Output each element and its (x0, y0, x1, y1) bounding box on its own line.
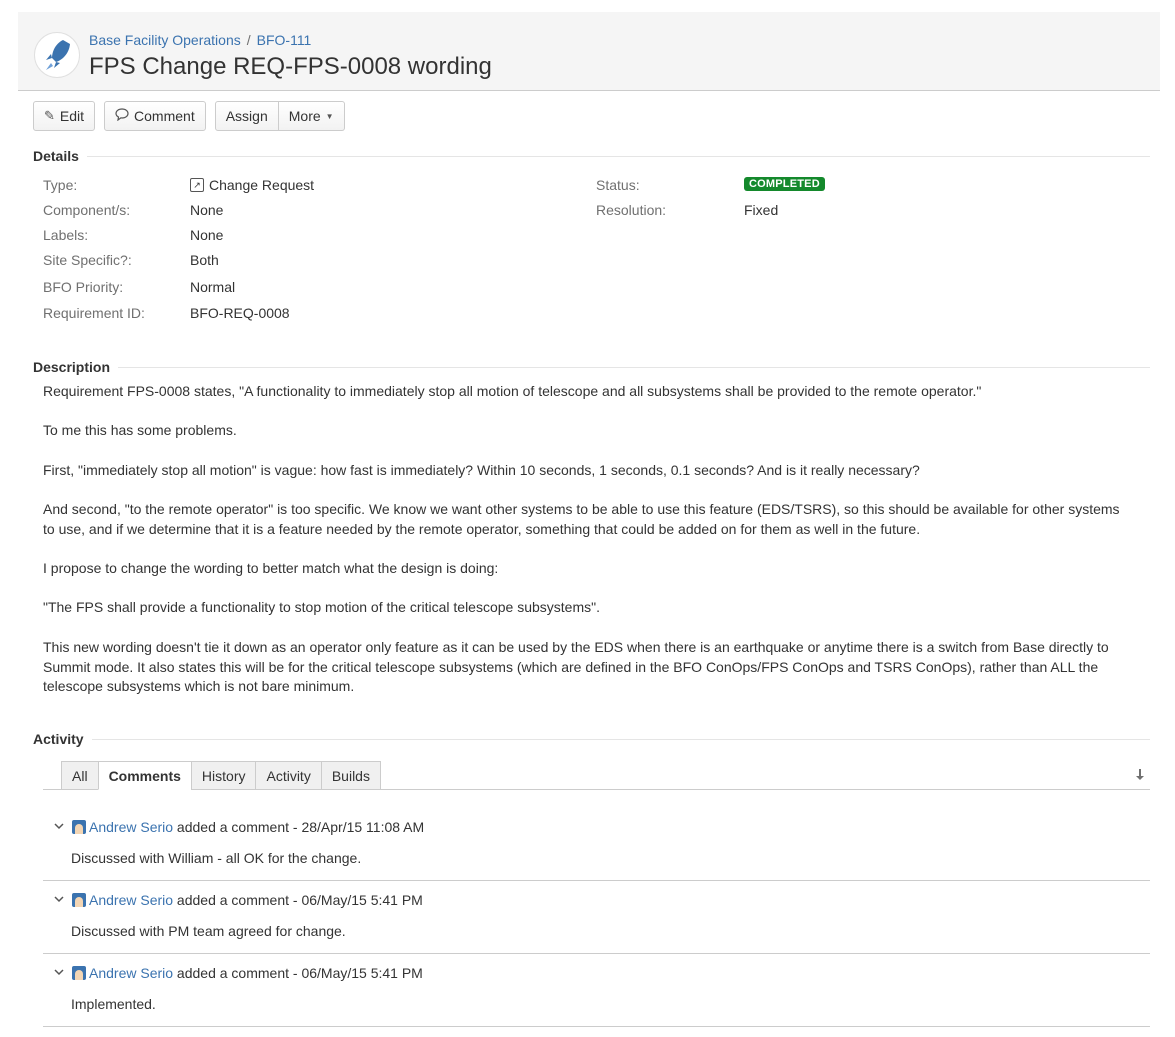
comment-divider (43, 880, 1150, 881)
more-button[interactable]: More ▼ (278, 101, 345, 131)
edit-button-label: Edit (59, 108, 85, 124)
caret-down-icon: ▼ (325, 111, 334, 121)
requirement-id-label: Requirement ID: (43, 305, 145, 321)
tab-comments[interactable]: Comments (97, 761, 191, 790)
chevron-down-icon[interactable] (54, 967, 68, 979)
comment-body: Discussed with William - all OK for the … (71, 850, 362, 866)
chevron-down-icon[interactable] (54, 821, 68, 833)
site-specific-label: Site Specific?: (43, 252, 132, 268)
tab-activity[interactable]: Activity (255, 761, 321, 790)
issue-header: Base Facility Operations / BFO-111 FPS C… (18, 12, 1160, 91)
breadcrumb-separator: / (246, 32, 251, 48)
pencil-icon: ✎ (44, 108, 55, 123)
description-paragraph: Requirement FPS-0008 states, "A function… (43, 383, 982, 399)
comment-author-link[interactable]: Andrew Serio (89, 819, 173, 835)
status-badge: COMPLETED (744, 177, 825, 191)
activity-tabs: All Comments History Activity Builds (61, 761, 381, 790)
assign-button[interactable]: Assign (214, 101, 279, 131)
comment-header: Andrew Serio added a comment - 28/Apr/15… (54, 819, 424, 835)
comment-meta: added a comment - 06/May/15 5:41 PM (173, 965, 423, 981)
type-value-text: Change Request (209, 177, 315, 193)
chevron-down-icon[interactable] (54, 894, 68, 906)
speech-bubble-icon (115, 108, 129, 124)
labels-label: Labels: (43, 227, 89, 243)
comment-button[interactable]: Comment (104, 101, 206, 131)
details-heading-text: Details (33, 148, 79, 164)
comment-button-label: Comment (134, 108, 195, 124)
requirement-id-value: BFO-REQ-0008 (190, 305, 290, 321)
breadcrumb-project-link[interactable]: Base Facility Operations (89, 32, 241, 48)
description-heading: Description (33, 359, 1150, 375)
breadcrumb: Base Facility Operations / BFO-111 (89, 32, 311, 48)
activity-heading-text: Activity (33, 731, 84, 747)
sort-arrow-icon[interactable] (1135, 769, 1145, 784)
resolution-value: Fixed (744, 202, 779, 218)
assign-more-group: Assign More ▼ (214, 101, 345, 131)
change-request-icon: ↗ (190, 178, 204, 192)
type-value: ↗ Change Request (190, 177, 314, 193)
comment-author-link[interactable]: Andrew Serio (89, 892, 173, 908)
user-avatar-icon (72, 820, 86, 834)
comment-divider (43, 1026, 1150, 1027)
comment-header: Andrew Serio added a comment - 06/May/15… (54, 892, 423, 908)
type-label: Type: (43, 177, 78, 193)
user-avatar-icon (72, 966, 86, 980)
description-paragraph: "The FPS shall provide a functionality t… (43, 599, 600, 615)
comment-meta: added a comment - 28/Apr/15 11:08 AM (173, 819, 425, 835)
description-paragraph: First, "immediately stop all motion" is … (43, 462, 920, 478)
description-paragraph: This new wording doesn't tie it down as … (43, 639, 1109, 694)
site-specific-value: Both (190, 252, 219, 268)
description-heading-text: Description (33, 359, 111, 375)
components-label: Component/s: (43, 202, 131, 218)
description-paragraph: To me this has some problems. (43, 422, 237, 438)
project-avatar[interactable] (34, 32, 80, 78)
page-title: FPS Change REQ-FPS-0008 wording (89, 53, 492, 80)
details-heading: Details (33, 148, 1150, 164)
edit-button[interactable]: ✎ Edit (33, 101, 96, 131)
status-label: Status: (596, 177, 640, 193)
labels-value: None (190, 227, 224, 243)
issue-toolbar: ✎ Edit Comment Assign More ▼ (33, 101, 345, 131)
bfo-priority-label: BFO Priority: (43, 279, 124, 295)
activity-heading: Activity (33, 731, 1150, 747)
bfo-priority-value: Normal (190, 279, 236, 295)
user-avatar-icon (72, 893, 86, 907)
tab-all[interactable]: All (61, 761, 98, 790)
tab-builds[interactable]: Builds (320, 761, 381, 790)
description-paragraph: And second, "to the remote operator" is … (43, 501, 1120, 537)
resolution-label: Resolution: (596, 202, 667, 218)
comment-divider (43, 953, 1150, 954)
comment-body: Discussed with PM team agreed for change… (71, 923, 346, 939)
comment-author-link[interactable]: Andrew Serio (89, 965, 173, 981)
more-button-label: More (288, 108, 321, 124)
rocket-icon (46, 40, 70, 70)
tab-history[interactable]: History (190, 761, 256, 790)
components-value: None (190, 202, 224, 218)
breadcrumb-issue-link[interactable]: BFO-111 (257, 32, 312, 48)
comment-header: Andrew Serio added a comment - 06/May/15… (54, 965, 423, 981)
description-paragraph: I propose to change the wording to bette… (43, 560, 499, 576)
status-value: COMPLETED (744, 177, 825, 191)
comment-meta: added a comment - 06/May/15 5:41 PM (173, 892, 423, 908)
comment-body: Implemented. (71, 996, 156, 1012)
